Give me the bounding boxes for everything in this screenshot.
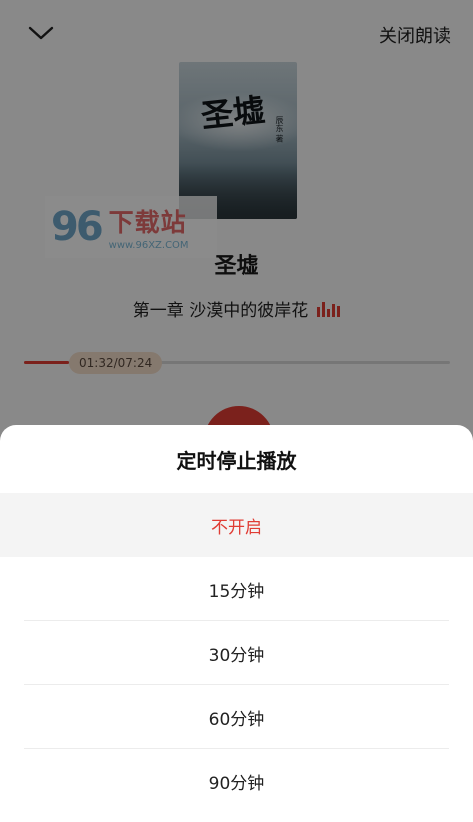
timer-option-90min[interactable]: 90分钟 — [0, 749, 473, 813]
timer-option-60min[interactable]: 60分钟 — [0, 685, 473, 749]
timer-option-15min[interactable]: 15分钟 — [0, 557, 473, 621]
timer-option-30min[interactable]: 30分钟 — [0, 621, 473, 685]
timer-option-off[interactable]: 不开启 — [0, 493, 473, 557]
sheet-title: 定时停止播放 — [176, 448, 297, 473]
timer-bottom-sheet: 定时停止播放 不开启 15分钟 30分钟 60分钟 90分钟 — [0, 425, 473, 822]
